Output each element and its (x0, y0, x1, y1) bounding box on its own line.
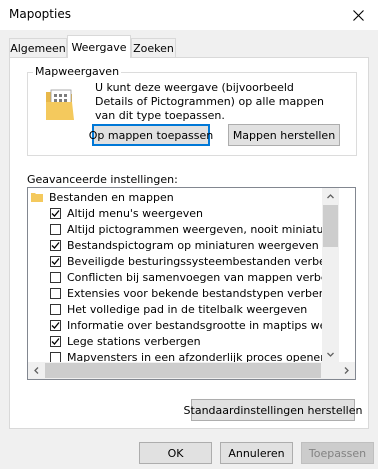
checkmark-icon (51, 257, 60, 265)
close-button[interactable] (338, 0, 378, 30)
checkbox[interactable] (50, 303, 61, 315)
folder-views-icon (46, 89, 74, 120)
apply-to-folders-button[interactable]: Op mappen toepassen (89, 124, 213, 146)
advanced-settings-list[interactable]: Bestanden en mappen Altijd menu's weerge… (27, 187, 356, 380)
checkmark-icon (51, 209, 60, 217)
close-icon (352, 9, 364, 21)
apply-button[interactable]: Toepassen (301, 442, 374, 464)
checkbox[interactable] (50, 255, 61, 267)
tab-search[interactable]: Zoeken (131, 38, 176, 57)
scroll-left-button[interactable] (28, 362, 45, 379)
checkbox-label: Conflicten bij samenvoegen van mappen ve… (67, 270, 339, 284)
vertical-scrollbar[interactable] (322, 188, 339, 363)
horizontal-scroll-thumb[interactable] (45, 363, 321, 378)
checkbox-label: Extensies voor bekende bestandstypen ver… (67, 286, 339, 300)
checkbox-label: Altijd menu's weergeven (67, 206, 204, 220)
checkbox[interactable] (50, 223, 61, 235)
list-item[interactable]: Altijd pictogrammen weergeven, nooit min… (50, 221, 339, 237)
checkbox[interactable] (50, 351, 61, 363)
vertical-scroll-thumb[interactable] (323, 205, 338, 247)
list-item[interactable]: Bestandspictogram op miniaturen weergeve… (50, 237, 319, 253)
list-item[interactable]: Altijd menu's weergeven (50, 205, 203, 221)
list-item[interactable]: Mapvensters in een afzonderlijk proces o… (50, 349, 327, 363)
checkbox[interactable] (50, 319, 61, 331)
list-item[interactable]: Beveiligde besturingssysteembestanden ve… (50, 253, 339, 269)
scroll-right-button[interactable] (338, 362, 355, 379)
tree-item-label: Bestanden en mappen (49, 190, 174, 204)
chevron-left-icon (34, 367, 39, 374)
checkmark-icon (51, 337, 60, 345)
checkmark-icon (51, 241, 60, 249)
advanced-settings-label: Geavanceerde instellingen: (27, 173, 178, 186)
window-title: Mapopties (9, 7, 71, 21)
tab-general[interactable]: Algemeen (9, 38, 67, 57)
tab-view[interactable]: Weergave (67, 35, 131, 58)
list-item[interactable]: Conflicten bij samenvoegen van mappen ve… (50, 269, 339, 285)
checkbox-label: Altijd pictogrammen weergeven, nooit min… (67, 222, 339, 236)
chevron-down-icon (327, 352, 334, 357)
ok-button[interactable]: OK (139, 442, 212, 464)
scroll-down-button[interactable] (322, 346, 339, 363)
checkbox-label: Informatie over bestandsgrootte in mapti… (67, 318, 339, 332)
checkmark-icon (51, 321, 60, 329)
chevron-right-icon (344, 367, 349, 374)
list-item[interactable]: Lege stations verbergen (50, 333, 201, 349)
checkbox-label: Beveiligde besturingssysteembestanden ve… (67, 254, 339, 268)
checkbox[interactable] (50, 335, 61, 347)
checkbox-label: Het volledige pad in de titelbalk weerge… (67, 302, 308, 316)
scroll-up-button[interactable] (322, 188, 339, 205)
list-item[interactable]: Het volledige pad in de titelbalk weerge… (50, 301, 307, 317)
folder-icon (31, 193, 43, 202)
checkbox-label: Bestandspictogram op miniaturen weergeve… (67, 238, 319, 252)
cancel-button[interactable]: Annuleren (220, 442, 293, 464)
checkbox[interactable] (50, 239, 61, 251)
reset-folders-button[interactable]: Mappen herstellen (228, 124, 340, 146)
list-item[interactable]: Informatie over bestandsgrootte in mapti… (50, 317, 339, 333)
folder-views-description: U kunt deze weergave (bijvoorbeeld Detai… (95, 81, 324, 122)
advanced-settings-content: Bestanden en mappen Altijd menu's weerge… (28, 188, 339, 363)
folder-views-title: Mapweergaven (33, 65, 122, 78)
restore-defaults-button[interactable]: Standaardinstellingen herstellen (184, 399, 362, 421)
checkbox-label: Lege stations verbergen (67, 334, 201, 348)
checkbox[interactable] (50, 271, 61, 283)
horizontal-scrollbar[interactable] (28, 362, 355, 379)
chevron-up-icon (327, 194, 334, 199)
checkbox[interactable] (50, 207, 61, 219)
tree-item-folder[interactable]: Bestanden en mappen (31, 189, 174, 205)
list-item[interactable]: Extensies voor bekende bestandstypen ver… (50, 285, 339, 301)
checkbox[interactable] (50, 287, 61, 299)
